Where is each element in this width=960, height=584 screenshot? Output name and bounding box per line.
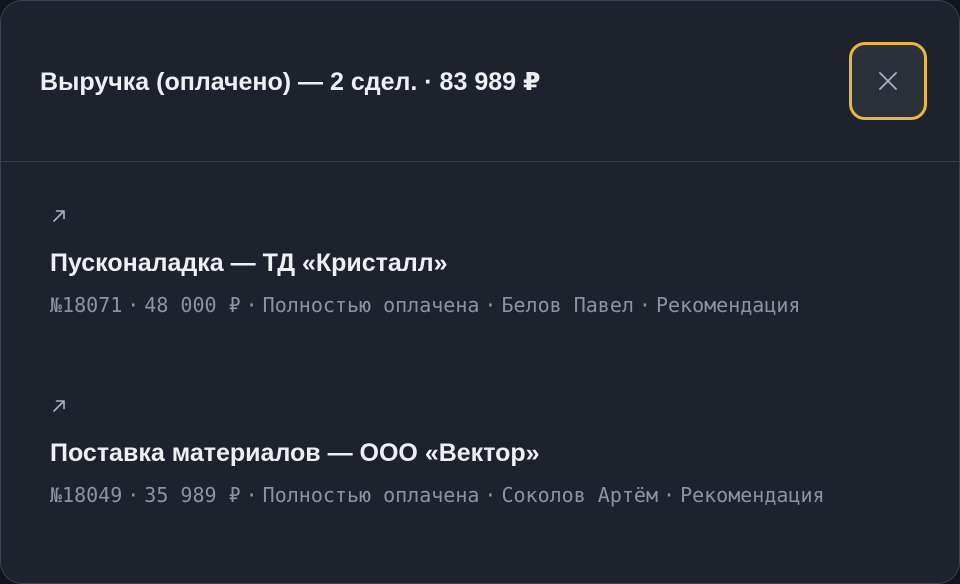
deal-status: Полностью оплачена xyxy=(262,483,480,507)
deal-number: №18049 xyxy=(50,483,123,507)
meta-separator: · xyxy=(663,483,676,507)
modal-header: Выручка (оплачено) — 2 сдел. · 83 989 ₽ xyxy=(1,1,959,162)
deal-manager: Соколов Артём xyxy=(501,483,659,507)
meta-separator: · xyxy=(127,483,140,507)
deal-item[interactable]: Пусконаладка — ТД «Кристалл» №18071 · 48 0… xyxy=(50,208,880,323)
meta-separator: · xyxy=(638,293,651,317)
deal-number: №18071 xyxy=(50,293,123,317)
meta-separator: · xyxy=(245,483,258,507)
deal-amount: 48 000 ₽ xyxy=(144,293,241,317)
deal-status: Полностью оплачена xyxy=(262,293,480,317)
meta-separator: · xyxy=(127,293,140,317)
deal-source: Рекомендация xyxy=(680,483,825,507)
deal-source: Рекомендация xyxy=(655,293,801,317)
deal-item[interactable]: Поставка материалов — ООО «Вектор» №1804… xyxy=(50,398,880,513)
deals-modal: Выручка (оплачено) — 2 сдел. · 83 989 ₽ … xyxy=(0,0,960,584)
deal-amount: 35 989 ₽ xyxy=(144,483,241,507)
deal-meta: №18049 · 35 989 ₽ · Полностью оплачена · Сокол… xyxy=(50,477,870,513)
meta-separator: · xyxy=(484,483,497,507)
deal-title[interactable]: Пусконаладка — ТД «Кристалл» xyxy=(50,246,880,280)
deal-manager: Белов Павел xyxy=(501,293,634,317)
deal-title[interactable]: Поставка материалов — ООО «Вектор» xyxy=(50,436,880,470)
meta-separator: · xyxy=(245,293,258,317)
modal-title: Выручка (оплачено) — 2 сдел. · 83 989 ₽ xyxy=(40,68,541,96)
arrow-up-right-icon[interactable] xyxy=(51,398,67,414)
meta-separator: · xyxy=(484,293,497,317)
close-button[interactable] xyxy=(849,42,927,120)
deal-meta: №18071 · 48 000 ₽ · Полностью оплачена · Белов… xyxy=(50,287,870,323)
arrow-up-right-icon[interactable] xyxy=(51,208,67,224)
close-icon xyxy=(879,72,897,90)
